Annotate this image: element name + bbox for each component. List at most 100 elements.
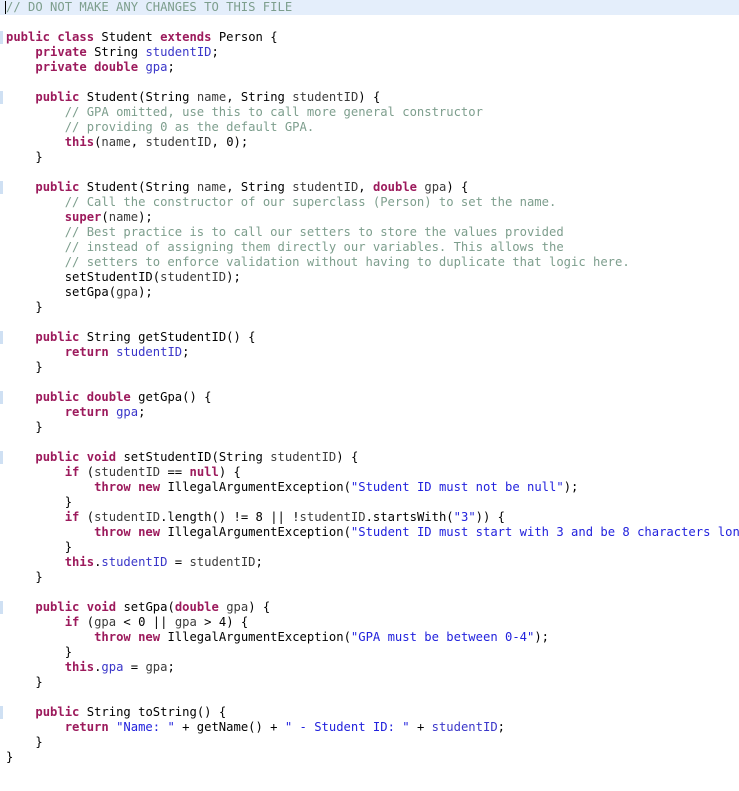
code-line[interactable]: if (studentID == null) { bbox=[0, 465, 739, 480]
code-line[interactable]: throw new IllegalArgumentException("Stud… bbox=[0, 525, 739, 540]
code-token: double bbox=[86, 390, 131, 404]
code-line[interactable]: } bbox=[0, 495, 739, 510]
code-line[interactable] bbox=[0, 585, 739, 600]
code-token: ; bbox=[167, 60, 175, 74]
code-line[interactable]: } bbox=[0, 300, 739, 315]
code-editor[interactable]: // DO NOT MAKE ANY CHANGES TO THIS FILE … bbox=[0, 0, 739, 791]
code-token: throw bbox=[94, 525, 131, 539]
code-token: public bbox=[35, 90, 80, 104]
code-line[interactable]: this(name, studentID, 0); bbox=[0, 135, 739, 150]
code-token: if bbox=[64, 615, 80, 629]
code-token: this bbox=[64, 555, 95, 569]
code-line[interactable]: return studentID; bbox=[0, 345, 739, 360]
code-line[interactable]: } bbox=[0, 150, 739, 165]
code-line[interactable]: // providing 0 as the default GPA. bbox=[0, 120, 739, 135]
code-line[interactable] bbox=[0, 435, 739, 450]
code-line[interactable]: public Student(String name, String stude… bbox=[0, 90, 739, 105]
code-token: ( bbox=[101, 210, 109, 224]
code-line[interactable]: // setters to enforce validation without… bbox=[0, 255, 739, 270]
code-line[interactable] bbox=[0, 315, 739, 330]
code-token: } bbox=[6, 570, 43, 584]
code-content[interactable]: // DO NOT MAKE ANY CHANGES TO THIS FILE … bbox=[0, 0, 739, 791]
code-line[interactable]: throw new IllegalArgumentException("Stud… bbox=[0, 480, 739, 495]
code-line[interactable]: if (studentID.length() != 8 || !studentI… bbox=[0, 510, 739, 525]
code-line[interactable]: public class Student extends Person { bbox=[0, 30, 739, 45]
code-line[interactable]: public Student(String name, String stude… bbox=[0, 180, 739, 195]
code-line[interactable]: // DO NOT MAKE ANY CHANGES TO THIS FILE bbox=[0, 0, 739, 15]
code-token: public bbox=[35, 705, 80, 719]
code-token: name bbox=[101, 135, 131, 149]
code-line[interactable]: return gpa; bbox=[0, 405, 739, 420]
code-line[interactable]: private String studentID; bbox=[0, 45, 739, 60]
code-line[interactable]: public String getStudentID() { bbox=[0, 330, 739, 345]
code-token: , bbox=[130, 135, 146, 149]
code-token: + bbox=[174, 720, 197, 734]
code-token: return bbox=[64, 405, 109, 419]
code-token: "Name: " bbox=[116, 720, 175, 734]
code-token: extends bbox=[160, 30, 212, 44]
code-token: () { bbox=[182, 390, 212, 404]
code-line[interactable]: if (gpa < 0 || gpa > 4) { bbox=[0, 615, 739, 630]
code-line[interactable]: // Call the constructor of our superclas… bbox=[0, 195, 739, 210]
code-token: ); bbox=[138, 285, 153, 299]
code-token: ); bbox=[226, 270, 241, 284]
code-line[interactable]: } bbox=[0, 570, 739, 585]
code-line[interactable]: setGpa(gpa); bbox=[0, 285, 739, 300]
code-line[interactable]: } bbox=[0, 420, 739, 435]
code-token: // DO NOT MAKE ANY CHANGES TO THIS FILE bbox=[6, 0, 293, 14]
code-token: studentID bbox=[116, 345, 183, 359]
code-line[interactable]: throw new IllegalArgumentException("GPA … bbox=[0, 630, 739, 645]
code-token: < bbox=[116, 615, 139, 629]
code-line[interactable]: public void setStudentID(String studentI… bbox=[0, 450, 739, 465]
code-line[interactable]: // GPA omitted, use this to call more ge… bbox=[0, 105, 739, 120]
code-line[interactable]: } bbox=[0, 540, 739, 555]
code-token: studentID bbox=[292, 180, 359, 194]
code-token: setGpa bbox=[64, 285, 109, 299]
code-line[interactable]: public void setGpa(double gpa) { bbox=[0, 600, 739, 615]
code-line[interactable]: // instead of assigning them directly ou… bbox=[0, 240, 739, 255]
code-line[interactable]: } bbox=[0, 735, 739, 750]
code-line[interactable]: } bbox=[0, 675, 739, 690]
code-line[interactable]: private double gpa; bbox=[0, 60, 739, 75]
code-token: super bbox=[64, 210, 102, 224]
code-token: ( bbox=[211, 450, 219, 464]
code-token: ( bbox=[152, 270, 161, 284]
code-line[interactable]: public String toString() { bbox=[0, 705, 739, 720]
code-line[interactable] bbox=[0, 375, 739, 390]
code-line[interactable]: return "Name: " + getName() + " - Studen… bbox=[0, 720, 739, 735]
code-line[interactable] bbox=[0, 15, 739, 30]
code-token: gpa bbox=[145, 660, 168, 674]
code-line[interactable]: } bbox=[0, 750, 739, 765]
code-line[interactable]: this.gpa = gpa; bbox=[0, 660, 739, 675]
code-token: gpa bbox=[116, 405, 139, 419]
code-token: public bbox=[35, 330, 80, 344]
code-line[interactable]: this.studentID = studentID; bbox=[0, 555, 739, 570]
code-line[interactable] bbox=[0, 165, 739, 180]
code-line[interactable]: public double getGpa() { bbox=[0, 390, 739, 405]
code-token: ; bbox=[182, 345, 190, 359]
code-token: + bbox=[409, 720, 432, 734]
code-line[interactable]: super(name); bbox=[0, 210, 739, 225]
code-token: ( bbox=[79, 615, 95, 629]
code-token: ; bbox=[138, 405, 146, 419]
code-line[interactable]: } bbox=[0, 360, 739, 375]
code-line[interactable]: // Best practice is to call our setters … bbox=[0, 225, 739, 240]
code-line[interactable] bbox=[0, 690, 739, 705]
code-token: , bbox=[226, 180, 241, 194]
code-line[interactable]: setStudentID(studentID); bbox=[0, 270, 739, 285]
code-line[interactable] bbox=[0, 75, 739, 90]
code-token: "3" bbox=[453, 510, 476, 524]
code-line[interactable] bbox=[0, 765, 739, 780]
code-line[interactable]: } bbox=[0, 645, 739, 660]
